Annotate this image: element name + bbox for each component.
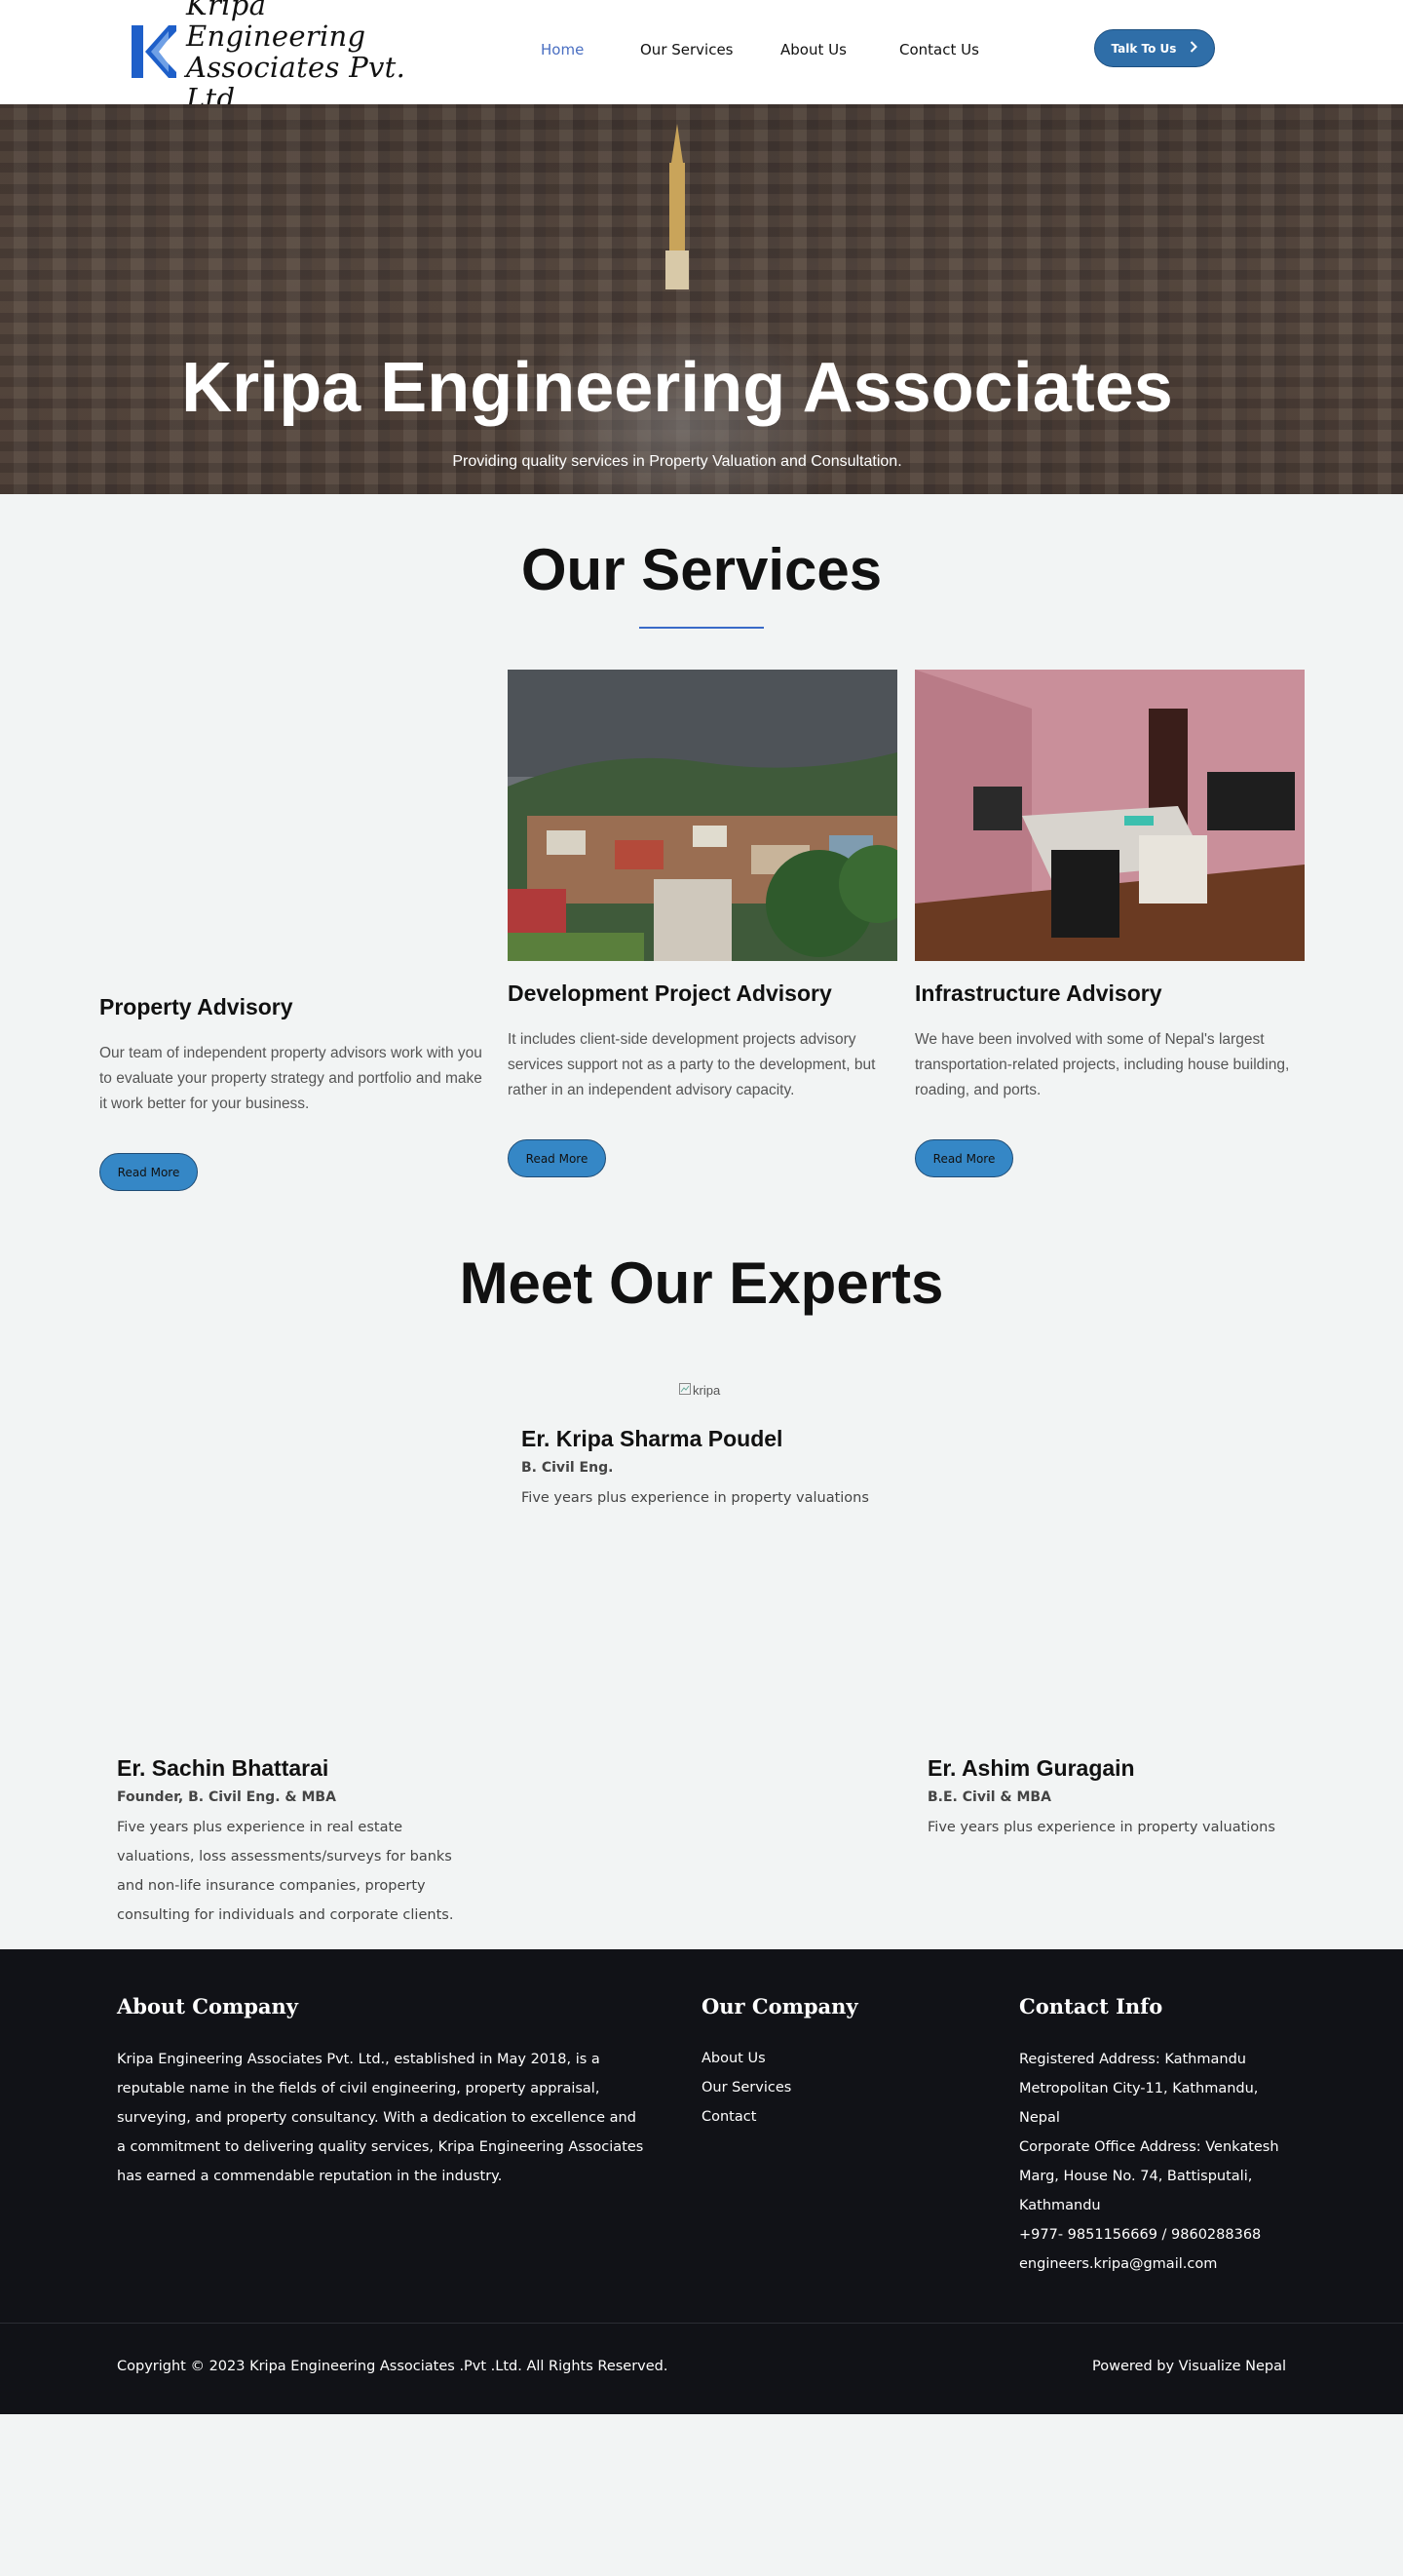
development-project-image	[508, 670, 897, 961]
nav-home[interactable]: Home	[541, 41, 584, 58]
contact-info-heading: Contact Info	[1019, 1994, 1163, 2019]
service-card-title: Development Project Advisory	[508, 980, 832, 1006]
hero-title: Kripa Engineering Associates	[181, 349, 1173, 427]
about-company-text: Kripa Engineering Associates Pvt. Ltd., …	[117, 2052, 644, 2184]
development-advisory-read-more-button[interactable]: Read More	[508, 1139, 606, 1177]
hero-banner: Kripa Engineering Associates Providing q…	[0, 104, 1403, 494]
experts-title: Meet Our Experts	[459, 1250, 944, 1316]
expert-name: Er. Sachin Bhattarai	[117, 1755, 329, 1781]
expert-name: Er. Kripa Sharma Poudel	[521, 1426, 783, 1451]
service-card-text: We have been involved with some of Nepal…	[915, 1031, 1290, 1098]
expert-degree: B.E. Civil & MBA	[928, 1789, 1051, 1805]
footer-divider	[0, 2323, 1403, 2324]
service-card-text: Our team of independent property advisor…	[99, 1045, 482, 1112]
broken-image-icon	[679, 1383, 691, 1398]
infrastructure-office-image	[915, 670, 1305, 961]
our-company-heading: Our Company	[702, 1994, 858, 2019]
infrastructure-advisory-read-more-button[interactable]: Read More	[915, 1139, 1013, 1177]
services-title: Our Services	[520, 537, 883, 602]
expert-description: Five years plus experience in real estat…	[117, 1820, 454, 1923]
powered-by-link[interactable]: Powered by Visualize Nepal	[1092, 2359, 1286, 2374]
talk-to-us-button[interactable]: Talk To Us	[1094, 29, 1215, 67]
nav-about-us[interactable]: About Us	[780, 41, 847, 58]
nav-our-services[interactable]: Our Services	[640, 41, 734, 58]
expert-photo-alt: kripa	[693, 1383, 721, 1398]
talk-to-us-label: Talk To Us	[1111, 41, 1177, 56]
nav-contact-us[interactable]: Contact Us	[899, 41, 979, 58]
expert-degree: B. Civil Eng.	[521, 1460, 614, 1476]
site-header: Kripa Engineering Associates Pvt. Ltd. H…	[0, 0, 1403, 114]
contact-email[interactable]: engineers.kripa@gmail.com	[1019, 2249, 1311, 2279]
hero-subtitle: Providing quality services in Property V…	[452, 453, 902, 470]
service-card-text: It includes client-side development proj…	[508, 1031, 876, 1098]
expert-description: Five years plus experience in property v…	[928, 1820, 1275, 1835]
expert-name: Er. Ashim Guragain	[928, 1755, 1135, 1781]
service-card-title: Property Advisory	[99, 994, 293, 1019]
footer-link-about-us[interactable]: About Us	[702, 2051, 766, 2066]
footer-link-contact[interactable]: Contact	[702, 2109, 756, 2125]
site-footer: About Company Kripa Engineering Associat…	[0, 1949, 1403, 2414]
about-company-heading: About Company	[117, 1994, 298, 2019]
expert-description: Five years plus experience in property v…	[521, 1490, 869, 1506]
service-card-title: Infrastructure Advisory	[915, 980, 1162, 1006]
property-advisory-read-more-button[interactable]: Read More	[99, 1153, 198, 1191]
registered-address: Registered Address: Kathmandu Metropolit…	[1019, 2052, 1259, 2126]
expert-photo: kripa	[679, 1383, 720, 1398]
stupa-image	[648, 124, 706, 367]
contact-phone[interactable]: +977- 9851156669 / 9860288368	[1019, 2220, 1311, 2249]
expert-degree: Founder, B. Civil Eng. & MBA	[117, 1789, 336, 1805]
chevron-right-icon	[1190, 41, 1198, 56]
copyright-text: Copyright © 2023 Kripa Engineering Assoc…	[117, 2359, 668, 2374]
corporate-office-address: Corporate Office Address: Venkatesh Marg…	[1019, 2139, 1279, 2213]
services-title-underline	[639, 627, 764, 629]
footer-link-our-services[interactable]: Our Services	[702, 2080, 791, 2095]
